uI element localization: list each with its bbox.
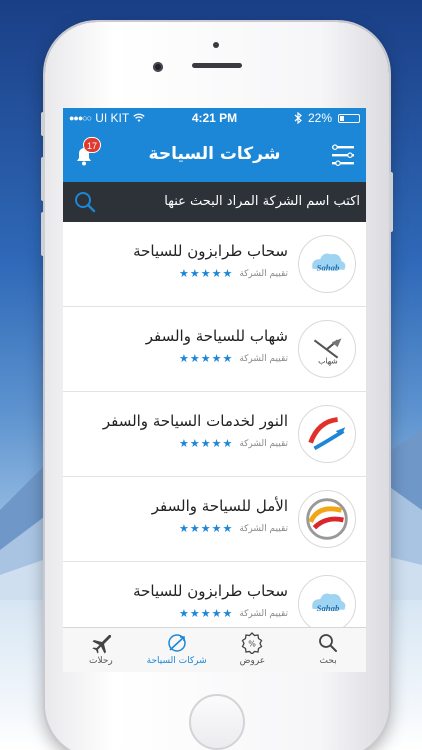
plane-icon	[92, 634, 111, 654]
company-row[interactable]: الأمل للسياحة والسفر تقييم الشركة ★★★★★	[63, 477, 366, 562]
menu-icon[interactable]	[330, 144, 356, 166]
nav-bar: 17 شركات السياحة	[63, 128, 366, 182]
company-logo	[298, 405, 356, 463]
company-row[interactable]: شهاب شهاب للسياحة والسفر تقييم الشركة ★★…	[63, 307, 366, 392]
power-button	[389, 172, 393, 232]
company-row[interactable]: Sahab سحاب طرابزون للسياحة تقييم الشركة …	[63, 222, 366, 307]
offers-icon: %	[242, 632, 263, 654]
volume-down-button	[41, 212, 45, 256]
search-icon[interactable]	[73, 190, 97, 214]
company-name: سحاب طرابزون للسياحة	[133, 242, 288, 260]
home-button[interactable]	[189, 694, 245, 750]
star-rating: ★★★★★	[179, 437, 234, 450]
rating-label: تقييم الشركة	[239, 523, 288, 534]
front-camera	[153, 62, 163, 72]
tab-search[interactable]: بحث	[290, 628, 366, 672]
company-logo	[298, 490, 356, 548]
company-name: النور لخدمات السياحة والسفر	[102, 412, 288, 430]
company-logo: Sahab	[298, 575, 356, 633]
tab-label: شركات السياحة	[146, 656, 207, 666]
volume-up-button	[41, 157, 45, 201]
company-logo-text: Sahab	[317, 263, 340, 273]
rating-label: تقييم الشركة	[239, 438, 288, 449]
tab-bar: بحث % عروض شركات السياحة رحلات	[63, 627, 366, 672]
company-name: سحاب طرابزون للسياحة	[133, 582, 288, 600]
earpiece-speaker	[192, 63, 242, 68]
app-screen: ●●●○○ UI KIT 4:21 PM 22% 17 شركات السياح…	[63, 108, 366, 672]
page-title: شركات السياحة	[148, 144, 281, 164]
rating-label: تقييم الشركة	[239, 268, 288, 279]
search-icon	[319, 634, 338, 652]
proximity-sensor	[213, 42, 219, 48]
company-logo-text: Sahab	[317, 603, 340, 613]
tab-offers[interactable]: % عروض	[215, 628, 291, 672]
rating-label: تقييم الشركة	[239, 353, 288, 364]
search-bar[interactable]: اكتب اسم الشركة المراد البحث عنها	[63, 182, 366, 222]
phone-frame: ●●●○○ UI KIT 4:21 PM 22% 17 شركات السياح…	[41, 22, 393, 750]
svg-text:%: %	[249, 640, 257, 649]
mute-switch	[41, 112, 45, 136]
star-rating: ★★★★★	[179, 607, 234, 620]
travel-agencies-icon	[167, 634, 186, 652]
star-rating: ★★★★★	[179, 267, 234, 280]
tab-travel-agencies[interactable]: شركات السياحة	[139, 628, 215, 672]
company-list: Sahab سحاب طرابزون للسياحة تقييم الشركة …	[63, 222, 366, 637]
tab-trips[interactable]: رحلات	[63, 628, 139, 672]
company-name: شهاب للسياحة والسفر	[145, 327, 288, 345]
company-name: الأمل للسياحة والسفر	[151, 497, 288, 515]
status-time: 4:21 PM	[191, 111, 238, 125]
status-bar: ●●●○○ UI KIT 4:21 PM 22%	[63, 108, 366, 128]
star-rating: ★★★★★	[179, 352, 234, 365]
star-rating: ★★★★★	[179, 522, 234, 535]
rating-label: تقييم الشركة	[239, 608, 288, 619]
tab-label: بحث	[319, 656, 337, 666]
company-row[interactable]: Sahab سحاب طرابزون للسياحة تقييم الشركة …	[63, 562, 366, 637]
company-logo: شهاب	[298, 320, 356, 378]
company-logo-text: شهاب	[318, 356, 338, 365]
battery-icon	[338, 113, 360, 123]
search-input[interactable]: اكتب اسم الشركة المراد البحث عنها	[164, 194, 360, 209]
company-logo: Sahab	[298, 235, 356, 293]
tab-label: رحلات	[89, 656, 113, 666]
company-row[interactable]: النور لخدمات السياحة والسفر تقييم الشركة…	[63, 392, 366, 477]
tab-label: عروض	[239, 656, 266, 666]
